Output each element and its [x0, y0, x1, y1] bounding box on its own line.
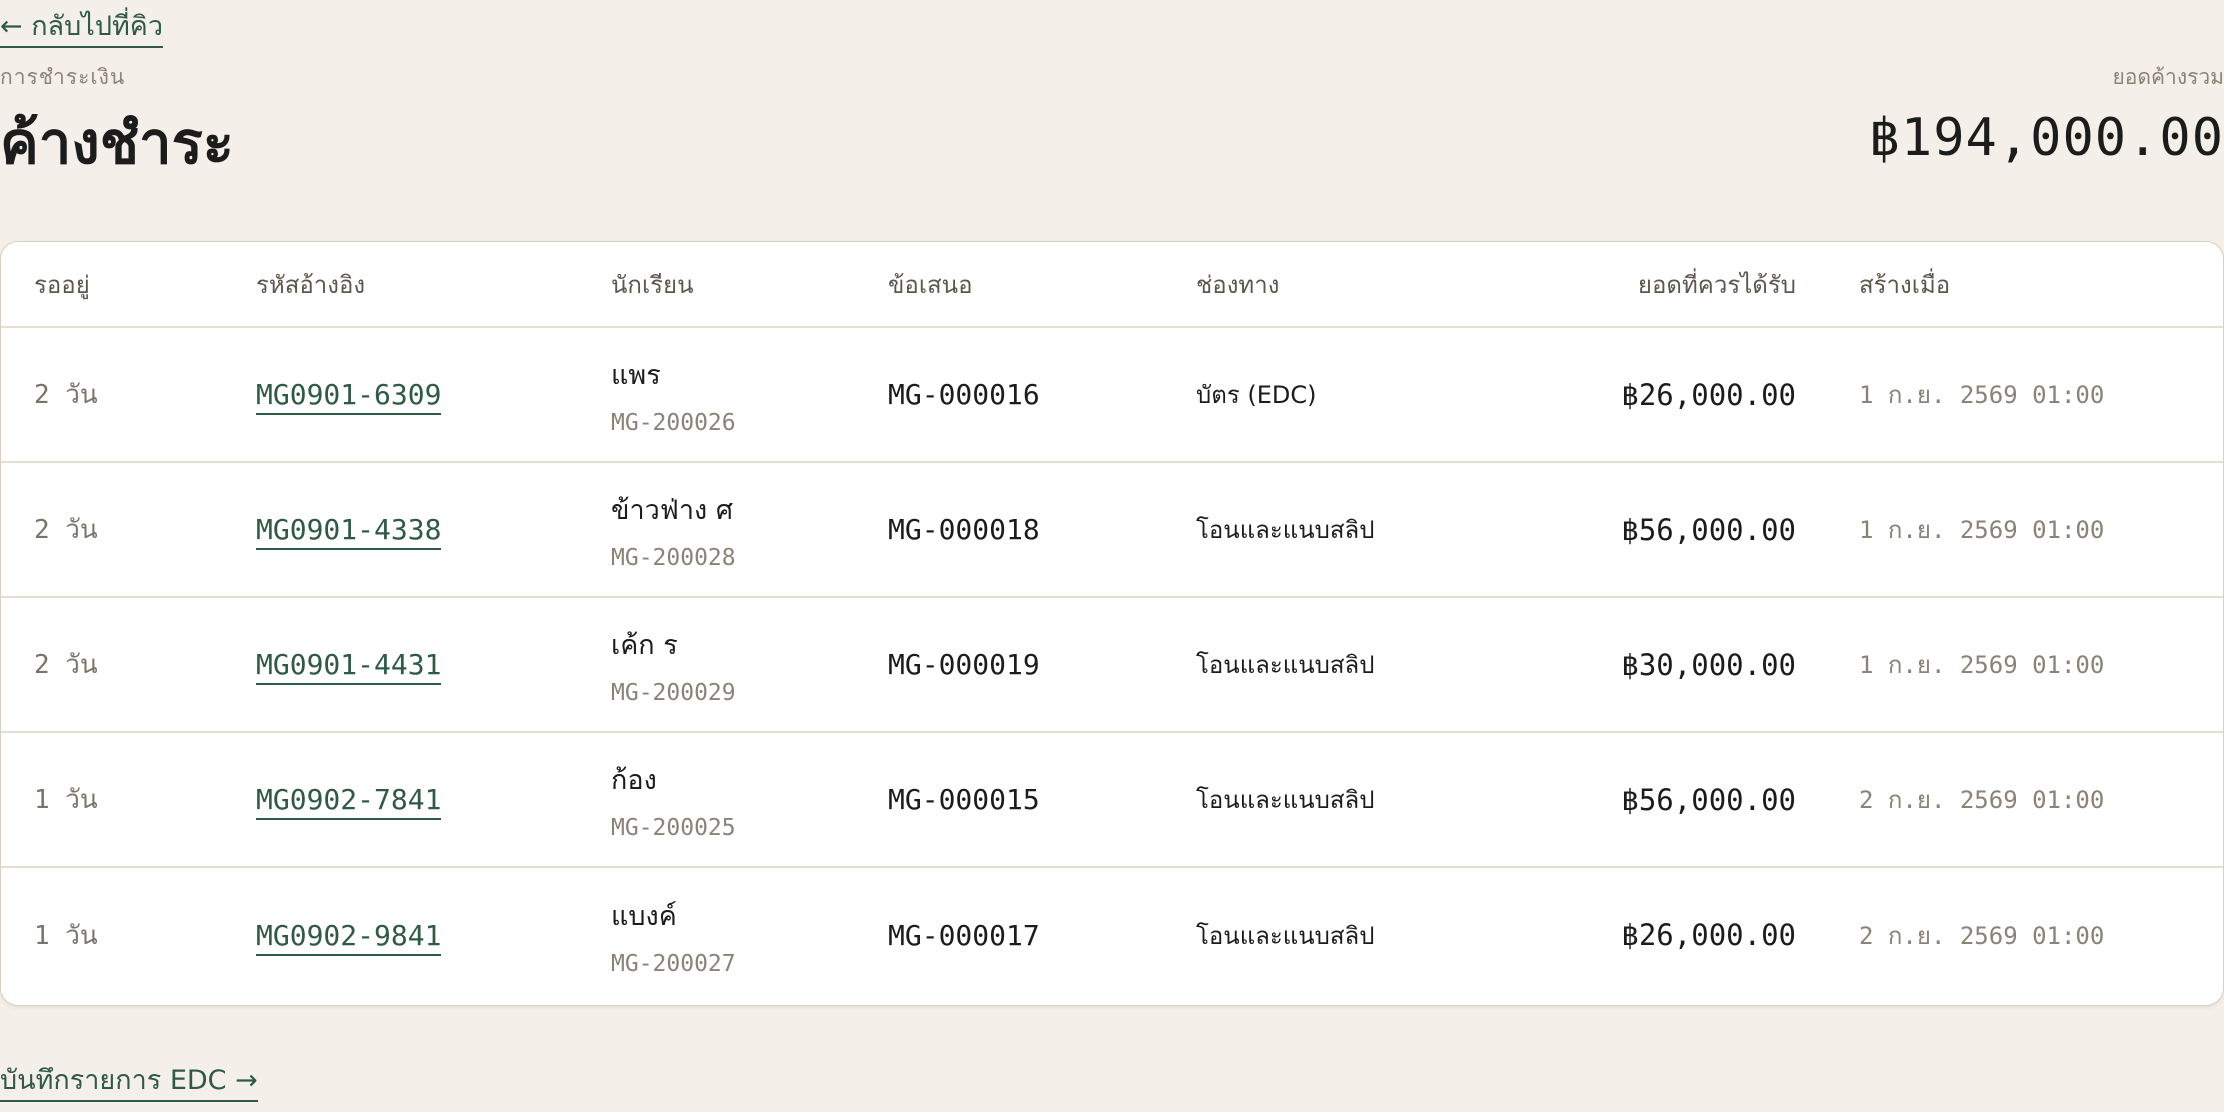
- offer-id: MG-000017: [888, 918, 1040, 952]
- student-id: MG-200028: [611, 545, 736, 571]
- waiting-days: 1 วัน: [34, 785, 98, 815]
- waiting-days: 2 วัน: [34, 515, 98, 545]
- payment-channel: โอนและแนบสลิป: [1196, 786, 1375, 814]
- column-header-created-at: สร้างเมื่อ: [1859, 242, 2223, 328]
- created-at: 1 ก.ย. 2569 01:00: [1859, 651, 2105, 679]
- reference-link[interactable]: MG0902-7841: [256, 783, 442, 820]
- student-name: เค้ก ร: [611, 630, 678, 661]
- created-at: 2 ก.ย. 2569 01:00: [1859, 921, 2105, 950]
- reference-link[interactable]: MG0901-4431: [256, 648, 442, 685]
- back-to-queue-link[interactable]: ← กลับไปที่คิว: [0, 10, 163, 48]
- amount-due: ฿30,000.00: [1621, 647, 1796, 682]
- student-id: MG-200025: [611, 815, 736, 841]
- student-name: ก้อง: [611, 765, 657, 796]
- reference-link[interactable]: MG0901-4338: [256, 513, 442, 550]
- offer-id: MG-000016: [888, 378, 1040, 411]
- amount-due: ฿26,000.00: [1621, 918, 1796, 952]
- amount-due: ฿56,000.00: [1621, 782, 1796, 817]
- column-header-amount-due: ยอดที่ควรได้รับ: [1496, 242, 1859, 328]
- student-id: MG-200029: [611, 680, 736, 706]
- payment-channel: โอนและแนบสลิป: [1196, 921, 1375, 950]
- column-header-reference: รหัสอ้างอิง: [256, 242, 611, 328]
- waiting-days: 1 วัน: [34, 920, 98, 951]
- waiting-days: 2 วัน: [34, 380, 98, 410]
- outstanding-payments-page: ← กลับไปที่คิว การชำระเงิน ค้างชำระ ยอดค…: [0, 0, 2224, 1112]
- student-name: แบงค์: [611, 900, 677, 932]
- payment-channel: โอนและแนบสลิป: [1196, 651, 1375, 679]
- outstanding-table: รออยู่ รหัสอ้างอิง นักเรียน ข้อเสนอ ช่อง…: [1, 242, 2223, 1002]
- student-id: MG-200026: [611, 410, 736, 436]
- table-row: 2 วัน MG0901-6309 แพร MG-200026 MG-00001…: [1, 327, 2223, 462]
- amount-due: ฿26,000.00: [1621, 377, 1796, 412]
- waiting-days: 2 วัน: [34, 650, 98, 680]
- total-outstanding-value: ฿194,000.00: [1868, 108, 2224, 168]
- table-row: 1 วัน MG0902-7841 ก้อง MG-200025 MG-0000…: [1, 732, 2223, 867]
- student-name: แพร: [611, 360, 661, 391]
- created-at: 1 ก.ย. 2569 01:00: [1859, 381, 2105, 409]
- reference-link[interactable]: MG0901-6309: [256, 378, 442, 415]
- section-eyebrow: การชำระเงิน: [0, 65, 126, 89]
- record-edc-transaction-link[interactable]: บันทึกรายการ EDC →: [0, 1064, 258, 1102]
- student-id: MG-200027: [611, 950, 736, 977]
- created-at: 2 ก.ย. 2569 01:00: [1859, 786, 2105, 814]
- table-body: 2 วัน MG0901-6309 แพร MG-200026 MG-00001…: [1, 327, 2223, 1002]
- column-header-channel: ช่องทาง: [1196, 242, 1496, 328]
- outstanding-table-card: รออยู่ รหัสอ้างอิง นักเรียน ข้อเสนอ ช่อง…: [0, 241, 2224, 1006]
- table-row: 2 วัน MG0901-4431 เค้ก ร MG-200029 MG-00…: [1, 597, 2223, 732]
- amount-due: ฿56,000.00: [1621, 512, 1796, 547]
- reference-link[interactable]: MG0902-9841: [256, 918, 442, 956]
- payment-channel: โอนและแนบสลิป: [1196, 516, 1375, 544]
- table-row: 1 วัน MG0902-9841 แบงค์ MG-200027 MG-000…: [1, 867, 2223, 1002]
- column-header-waiting: รออยู่: [1, 242, 256, 328]
- offer-id: MG-000019: [888, 648, 1040, 681]
- column-header-offer: ข้อเสนอ: [888, 242, 1196, 328]
- offer-id: MG-000015: [888, 783, 1040, 816]
- page-title: ค้างชำระ: [0, 109, 234, 177]
- table-row: 2 วัน MG0901-4338 ข้าวฟ่าง ศ MG-200028 M…: [1, 462, 2223, 597]
- column-header-student: นักเรียน: [611, 242, 888, 328]
- created-at: 1 ก.ย. 2569 01:00: [1859, 516, 2105, 544]
- table-header-row: รออยู่ รหัสอ้างอิง นักเรียน ข้อเสนอ ช่อง…: [1, 242, 2223, 328]
- payment-channel: บัตร (EDC): [1196, 381, 1317, 409]
- offer-id: MG-000018: [888, 513, 1040, 546]
- student-name: ข้าวฟ่าง ศ: [611, 495, 733, 526]
- total-outstanding-label: ยอดค้างรวม: [2112, 65, 2224, 89]
